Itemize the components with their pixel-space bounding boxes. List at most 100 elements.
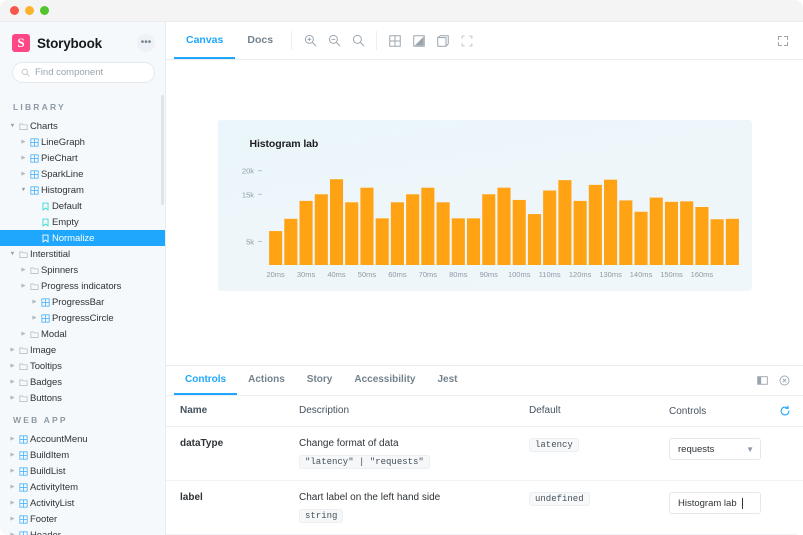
chevron-right-icon[interactable]: ▶ [30, 294, 39, 310]
histogram-bar [481, 194, 495, 265]
chevron-down-icon[interactable]: ▼ [8, 246, 17, 262]
folder-icon [17, 362, 30, 371]
chevron-right-icon[interactable]: ▶ [8, 358, 17, 374]
sidebar-item-modal[interactable]: ▶ Modal [0, 326, 165, 342]
y-axis-tick-label: 20k [241, 167, 253, 176]
tab-actions[interactable]: Actions [237, 366, 296, 395]
sidebar-section-library: LIBRARY [13, 102, 66, 112]
chevron-right-icon[interactable]: ▶ [19, 262, 28, 278]
sidebar-item-progressbar[interactable]: ▶ ProgressBar [0, 294, 165, 310]
chevron-right-icon[interactable]: ▶ [19, 166, 28, 182]
sidebar-item-tooltips[interactable]: ▶ Tooltips [0, 358, 165, 374]
control-select-dataType[interactable]: requests ▼ [669, 438, 761, 460]
sidebar-item-buttons[interactable]: ▶ Buttons [0, 390, 165, 406]
tab-jest[interactable]: Jest [427, 366, 469, 395]
sidebar-item-normalize[interactable]: Normalize [0, 230, 165, 246]
chevron-right-icon[interactable]: ▶ [30, 310, 39, 326]
search-box[interactable]: / [12, 62, 165, 83]
histogram-bar [283, 218, 297, 265]
chevron-right-icon[interactable]: ▶ [19, 278, 28, 294]
chevron-down-icon: ▼ [746, 444, 754, 454]
chevron-down-icon[interactable]: ▼ [8, 118, 17, 134]
close-circle-icon[interactable] [773, 366, 795, 395]
chevron-right-icon[interactable]: ▶ [8, 374, 17, 390]
chevron-right-icon[interactable]: ▶ [8, 463, 17, 479]
sidebar-item-accountmenu[interactable]: ▶ AccountMenu [0, 431, 165, 447]
folder-icon [28, 330, 41, 339]
sidebar-item-label: ActivityList [30, 497, 75, 509]
sidebar-item-default[interactable]: Default [0, 198, 165, 214]
control-name: label [166, 481, 299, 514]
sidebar-item-footer[interactable]: ▶ Footer [0, 511, 165, 527]
control-text-input-label[interactable]: Histogram lab [669, 492, 761, 514]
sidebar-item-badges[interactable]: ▶ Badges [0, 374, 165, 390]
window-maximize-button[interactable] [40, 6, 49, 15]
sidebar-item-header[interactable]: ▶ Header [0, 527, 165, 535]
chevron-right-icon[interactable]: ▶ [8, 479, 17, 495]
sidebar-item-linegraph[interactable]: ▶ LineGraph [0, 134, 165, 150]
sidebar-item-activitylist[interactable]: ▶ ActivityList [0, 495, 165, 511]
folder-icon [28, 282, 41, 291]
histogram-bar [451, 218, 465, 265]
histogram-bar [603, 179, 617, 265]
histogram-bar [314, 194, 328, 265]
sidebar-item-activityitem[interactable]: ▶ ActivityItem [0, 479, 165, 495]
sidebar-item-interstitial[interactable]: ▼ Interstitial [0, 246, 165, 262]
chevron-right-icon[interactable]: ▶ [8, 495, 17, 511]
story-icon [39, 234, 52, 243]
sidebar-tree[interactable]: LIBRARY ▼ Charts ▶ LineGraph ▶ PieChart ▶ SparkL… [0, 93, 165, 535]
refresh-icon[interactable] [779, 405, 791, 417]
chevron-right-icon[interactable]: ▶ [8, 527, 17, 535]
chevron-right-icon[interactable]: ▶ [8, 447, 17, 463]
tab-accessibility[interactable]: Accessibility [343, 366, 426, 395]
contrast-icon[interactable] [407, 22, 431, 59]
chevron-right-icon[interactable]: ▶ [19, 150, 28, 166]
viewport-icon[interactable] [431, 22, 455, 59]
control-type-code: "latency" | "requests" [299, 455, 430, 469]
chevron-down-icon[interactable]: ▼ [19, 182, 28, 198]
chevron-right-icon[interactable]: ▶ [8, 431, 17, 447]
sidebar-item-builditem[interactable]: ▶ BuildItem [0, 447, 165, 463]
chevron-right-icon[interactable]: ▶ [8, 342, 17, 358]
panel-position-icon[interactable] [751, 366, 773, 395]
y-axis-tick-label: 15k [241, 190, 253, 199]
window-close-button[interactable] [10, 6, 19, 15]
tab-story[interactable]: Story [296, 366, 344, 395]
column-header-name: Name [180, 405, 208, 416]
sidebar-item-spinners[interactable]: ▶ Spinners [0, 262, 165, 278]
zoom-out-icon[interactable] [322, 22, 346, 59]
control-widget-cell: Histogram lab [669, 481, 803, 525]
sidebar-item-histogram[interactable]: ▼ Histogram [0, 182, 165, 198]
sidebar-item-image[interactable]: ▶ Image [0, 342, 165, 358]
folder-icon [17, 122, 30, 131]
chevron-right-icon[interactable]: ▶ [8, 390, 17, 406]
chevron-right-icon[interactable]: ▶ [8, 511, 17, 527]
tab-canvas[interactable]: Canvas [174, 22, 236, 59]
column-header-description: Description [299, 405, 350, 416]
histogram-bar [573, 200, 587, 265]
sidebar-item-sparkline[interactable]: ▶ SparkLine [0, 166, 165, 182]
sidebar-item-charts[interactable]: ▼ Charts [0, 118, 165, 134]
fullscreen-icon[interactable] [771, 22, 795, 59]
zoom-in-icon[interactable] [298, 22, 322, 59]
sidebar-item-piechart[interactable]: ▶ PieChart [0, 150, 165, 166]
zoom-reset-icon[interactable] [346, 22, 370, 59]
chevron-right-icon[interactable]: ▶ [19, 134, 28, 150]
chevron-right-icon[interactable]: ▶ [19, 326, 28, 342]
sidebar-item-label: SparkLine [41, 168, 84, 180]
sidebar-item-empty[interactable]: Empty [0, 214, 165, 230]
x-axis-tick-label: 90ms [479, 270, 498, 279]
sidebar-item-label: Footer [30, 513, 58, 525]
sidebar-item-progress-indicators[interactable]: ▶ Progress indicators [0, 278, 165, 294]
histogram-bar [557, 180, 571, 265]
search-input[interactable] [35, 67, 165, 78]
tab-controls[interactable]: Controls [174, 366, 238, 395]
grid-background-icon[interactable] [383, 22, 407, 59]
ellipsis-icon[interactable]: ••• [137, 34, 155, 52]
tab-docs[interactable]: Docs [235, 22, 285, 59]
measure-icon[interactable] [455, 22, 479, 59]
window-minimize-button[interactable] [25, 6, 34, 15]
sidebar-scrollbar[interactable] [161, 95, 164, 205]
sidebar-item-progresscircle[interactable]: ▶ ProgressCircle [0, 310, 165, 326]
sidebar-item-buildlist[interactable]: ▶ BuildList [0, 463, 165, 479]
